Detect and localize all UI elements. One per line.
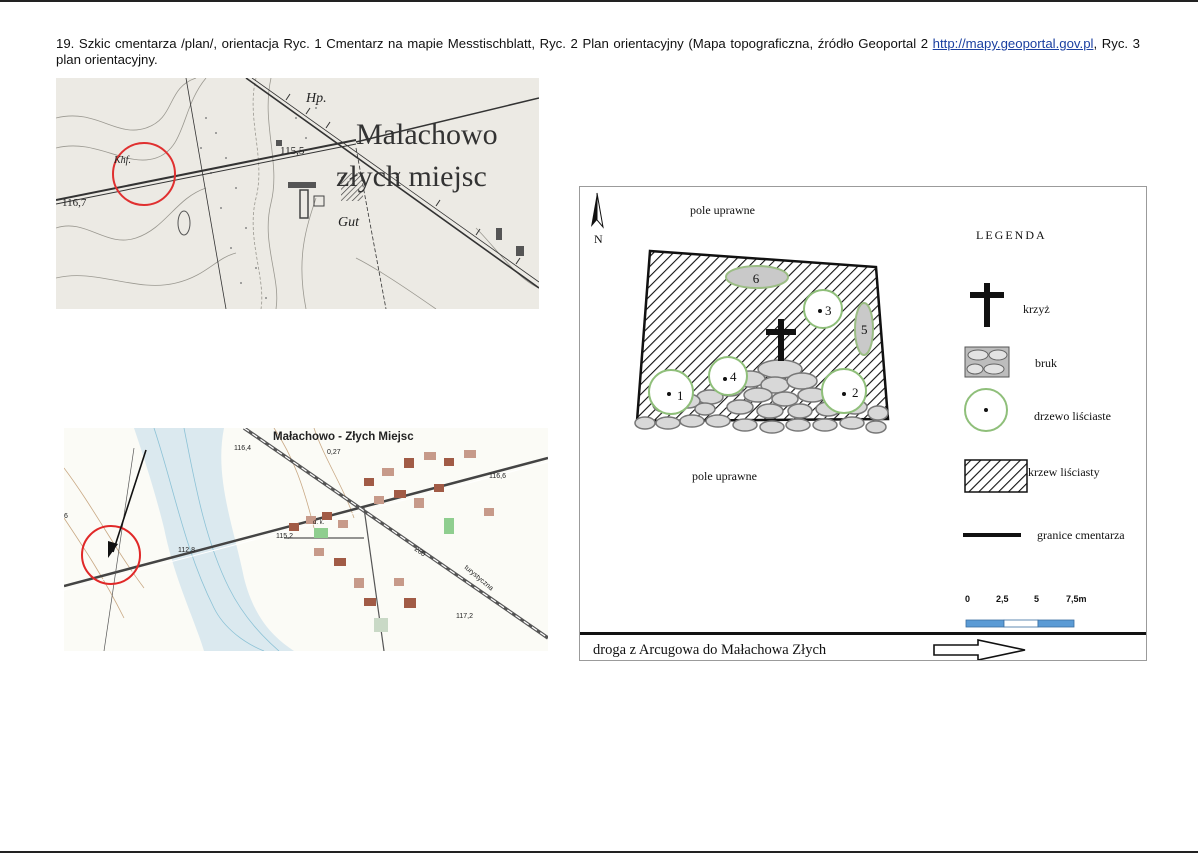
legend-label-shrub: krzew liściasty: [1028, 465, 1100, 479]
geoportal-link[interactable]: http://mapy.geoportal.gov.pl: [933, 36, 1094, 51]
page-top-border: [0, 0, 1198, 2]
label-gut: Gut: [338, 215, 360, 230]
road-line: [580, 632, 1146, 635]
caption-text: 19. Szkic cmentarza /plan/, orientacja R…: [56, 36, 929, 51]
legend-label-cross: krzyż: [1023, 302, 1050, 316]
height-label: 117,2: [456, 613, 473, 620]
legend-title: LEGENDA: [976, 228, 1047, 242]
direction-arrow-icon: [933, 639, 1026, 660]
value-label: 0,27: [327, 449, 341, 456]
legend-cross-icon: [970, 283, 1004, 327]
shrub-5: 5: [854, 302, 874, 356]
legend-shrub-icon: [964, 459, 1028, 493]
topographic-svg: Małachowo - Złych Miejsc 116,4 0,27 116,…: [64, 428, 548, 651]
messtischblatt-map: Khf. 116,7 115,5 Hp. Malachowo złych mie…: [56, 78, 539, 309]
road-label: droga z Arcugowa do Małachowa Złych: [593, 642, 827, 658]
legend-cobble-icon: [964, 346, 1010, 378]
north-arrow-icon: [591, 192, 604, 229]
tree-number: 3: [825, 303, 832, 318]
height-label: 116,7: [62, 197, 87, 209]
tree-number: 1: [677, 388, 684, 403]
scale-label: 0: [965, 594, 970, 604]
tree-number: 2: [852, 385, 859, 400]
shrub-6: 6: [725, 265, 789, 289]
cemetery-plan: N pole uprawne pole uprawne 6 5 3 4 1 2 …: [579, 186, 1147, 661]
tree-4: 4: [708, 356, 748, 396]
contour-value-label: 6: [64, 513, 68, 520]
tree-1: 1: [648, 369, 694, 415]
field-label-bottom: pole uprawne: [692, 469, 757, 483]
scale-label: 5: [1034, 594, 1039, 604]
height-label: 116,4: [234, 445, 251, 452]
legend-border-icon: [963, 533, 1021, 537]
legend-tree-icon: [964, 388, 1008, 432]
tree-number: 4: [730, 369, 737, 384]
messtischblatt-svg: Khf. 116,7 115,5 Hp. Malachowo złych mie…: [56, 78, 539, 309]
scale-label: 7,5m: [1066, 594, 1087, 604]
label-dk: d. k.: [313, 520, 325, 526]
scale-bar: [965, 619, 1075, 628]
legend-label-cobble: bruk: [1035, 356, 1057, 370]
place-name: Malachowo: [356, 118, 498, 151]
tree-2: 2: [821, 368, 867, 414]
tree-3: 3: [803, 289, 843, 329]
scale-label: 2,5: [996, 594, 1009, 604]
north-label: N: [594, 232, 603, 246]
legend-label-tree: drzewo liściaste: [1034, 409, 1111, 423]
height-label: 115,5: [280, 145, 305, 157]
figure-caption: 19. Szkic cmentarza /plan/, orientacja R…: [56, 36, 1140, 68]
height-label: 115,2: [276, 533, 293, 540]
label-hp: Hp.: [305, 91, 327, 106]
topographic-map: Małachowo - Złych Miejsc 116,4 0,27 116,…: [64, 428, 548, 651]
scale-labels: 0 2,5 5 7,5m: [965, 594, 1087, 604]
page-bottom-border: [0, 851, 1198, 853]
legend-label-border: granice cmentarza: [1037, 528, 1125, 542]
place-name: złych miejsc: [336, 160, 487, 193]
height-label: 116,6: [489, 473, 506, 480]
label-khf: Khf.: [113, 155, 131, 166]
map2-title: Małachowo - Złych Miejsc: [273, 431, 414, 443]
field-label-top: pole uprawne: [690, 203, 755, 217]
shrub-number: 6: [753, 271, 760, 286]
cemetery-plan-svg: N pole uprawne pole uprawne 6 5 3 4 1 2 …: [580, 192, 1146, 660]
height-label: 112,8: [178, 547, 195, 554]
shrub-number: 5: [861, 322, 868, 337]
